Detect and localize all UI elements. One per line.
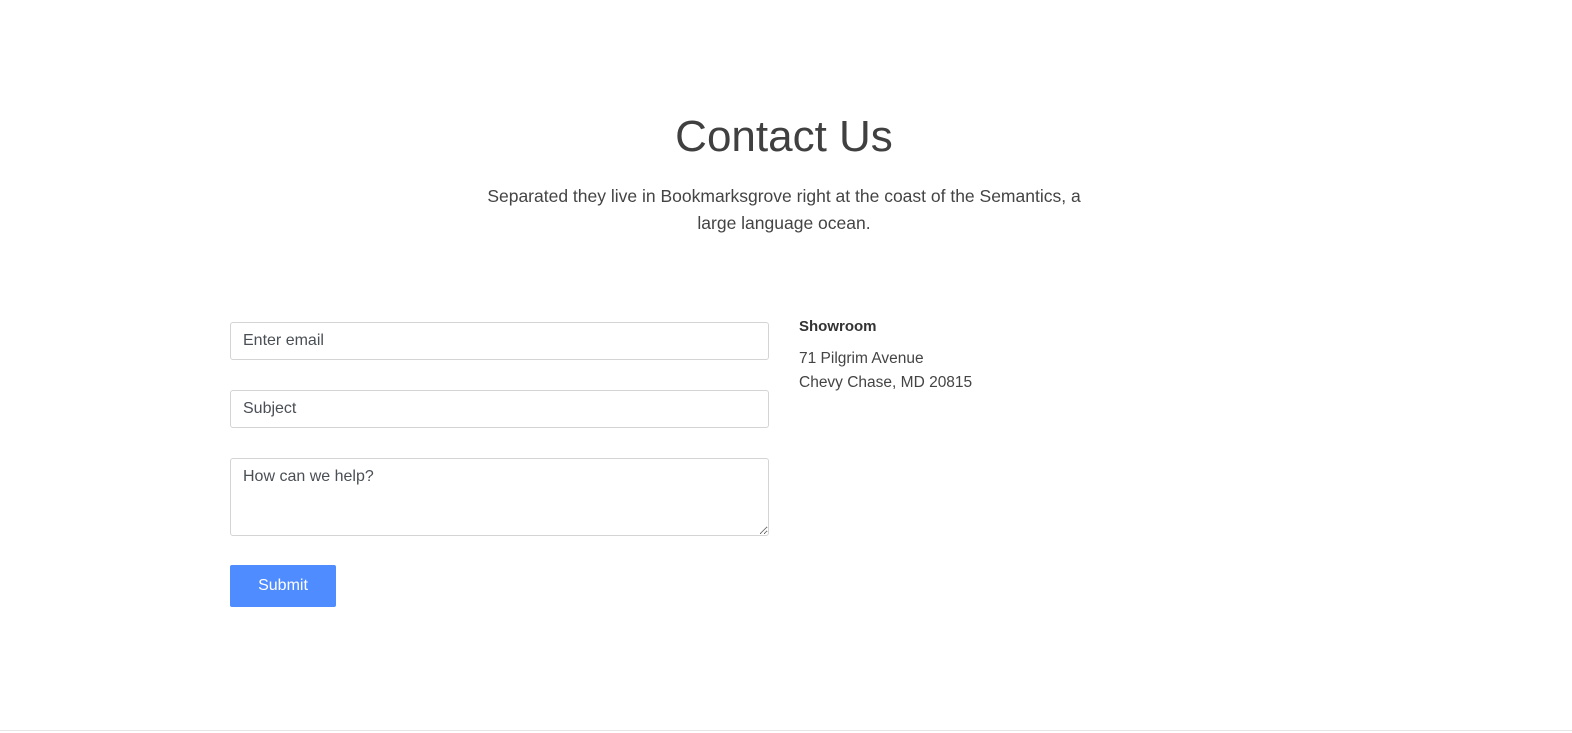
page-title: Contact Us (675, 112, 893, 161)
submit-button[interactable]: Submit (230, 565, 336, 607)
address-line-2: Chevy Chase, MD 20815 (799, 374, 973, 391)
subject-input[interactable] (230, 390, 769, 428)
showroom-heading: Showroom (799, 318, 877, 335)
footer-divider (0, 730, 1572, 731)
page-subtitle: Separated they live in Bookmarksgrove ri… (487, 186, 1081, 233)
address-line-1: 71 Pilgrim Avenue (799, 350, 924, 367)
showroom-info: Showroom 71 Pilgrim Avenue Chevy Chase, … (799, 318, 972, 395)
message-textarea[interactable] (230, 458, 769, 536)
email-input[interactable] (230, 322, 769, 360)
